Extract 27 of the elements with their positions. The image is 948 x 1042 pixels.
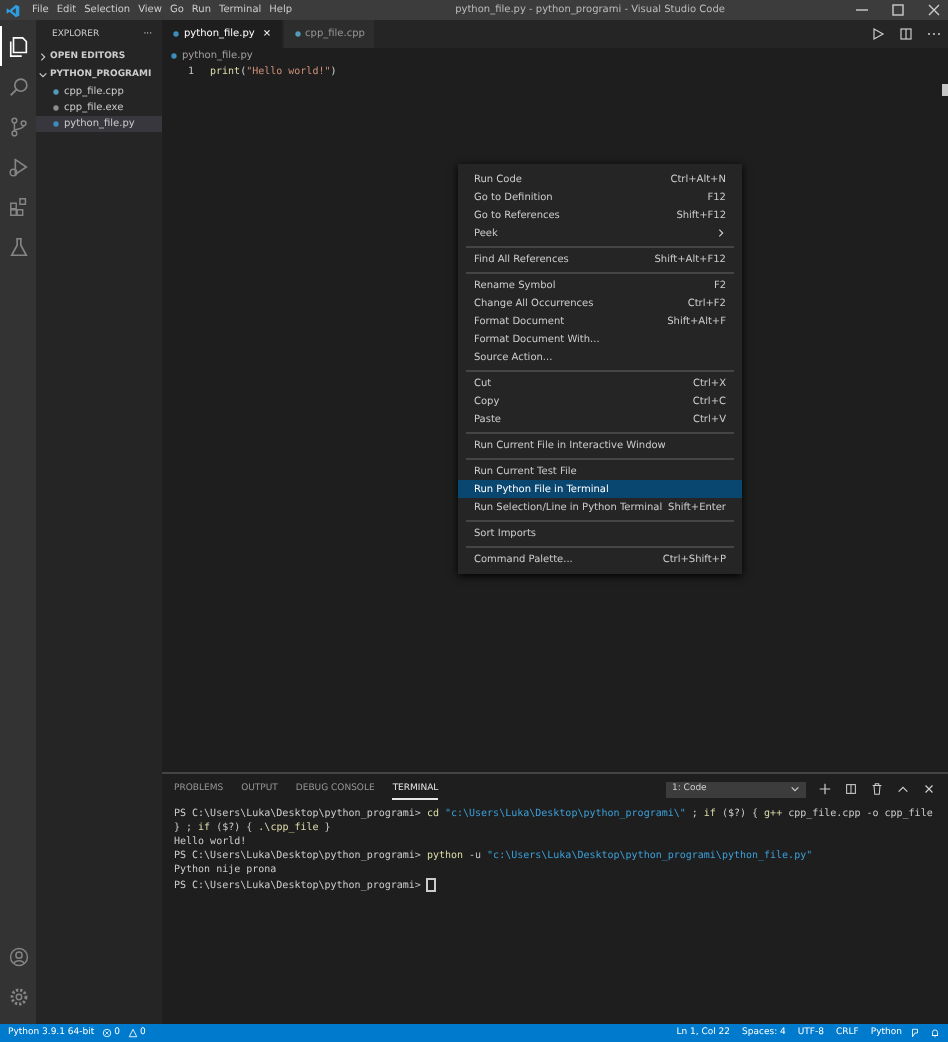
account-icon[interactable] (8, 945, 30, 967)
feedback-icon[interactable] (910, 1028, 920, 1038)
search-icon[interactable] (8, 75, 30, 97)
close-icon[interactable] (922, 782, 936, 796)
file-icon (170, 52, 178, 60)
run-debug-icon[interactable] (8, 155, 30, 177)
caret-icon (790, 784, 800, 794)
error-icon (102, 1028, 113, 1038)
extensions-icon[interactable] (8, 195, 30, 217)
app-logo-icon (6, 3, 20, 17)
flask-icon[interactable] (8, 235, 30, 257)
files-icon[interactable] (8, 35, 30, 57)
close-icon[interactable] (926, 2, 942, 18)
plus-icon[interactable] (818, 782, 832, 796)
bell-icon[interactable] (930, 1028, 940, 1038)
maximize-icon[interactable] (890, 2, 906, 18)
branch-icon[interactable] (8, 115, 30, 137)
split-editor-icon[interactable] (898, 26, 914, 42)
trash-icon[interactable] (870, 782, 884, 796)
chevron-up-icon[interactable] (896, 782, 910, 796)
split-terminal-icon[interactable] (844, 782, 858, 796)
file-icon (172, 30, 180, 38)
warning-icon (128, 1028, 139, 1038)
cursor-icon (426, 878, 437, 892)
run-icon[interactable] (870, 26, 886, 42)
file-icon (293, 30, 302, 38)
settings-icon[interactable] (8, 985, 30, 1007)
